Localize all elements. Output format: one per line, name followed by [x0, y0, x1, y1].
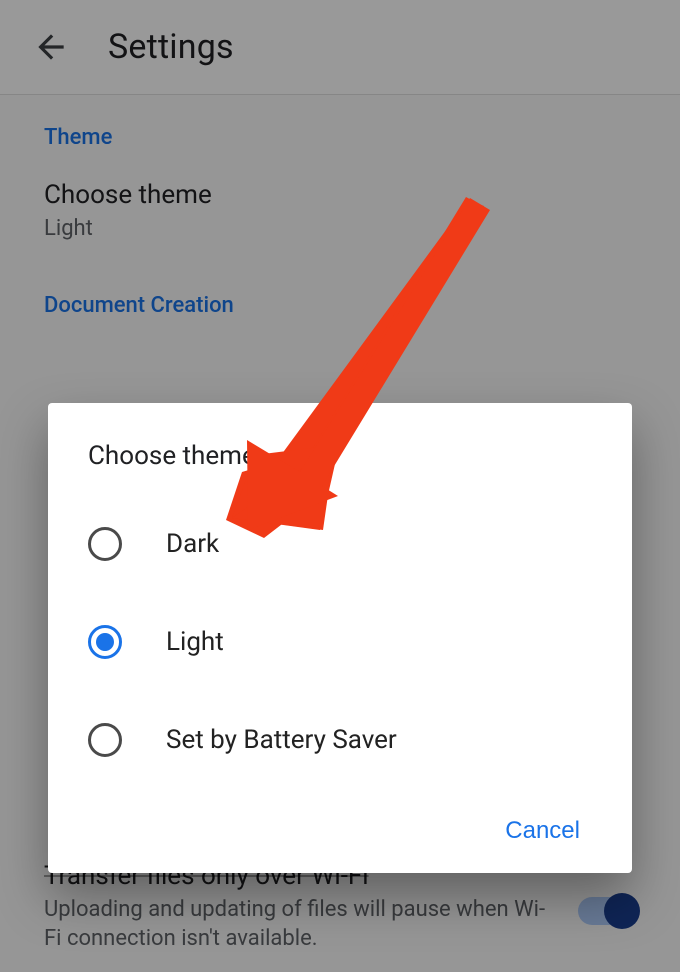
radio-label: Light — [166, 627, 224, 657]
settings-header: Settings — [0, 0, 680, 95]
theme-option-light[interactable]: Light — [80, 611, 600, 673]
toggle-knob-icon — [604, 893, 640, 929]
setting-value: Light — [44, 216, 636, 241]
back-button[interactable] — [28, 24, 74, 70]
dialog-title: Choose theme — [88, 441, 600, 471]
section-title-theme: Theme — [44, 125, 636, 150]
radio-selected-icon — [96, 633, 114, 651]
setting-wifi-transfer[interactable]: Transfer files only over Wi-Fi Uploading… — [44, 861, 636, 954]
page-title: Settings — [108, 27, 234, 67]
cancel-button[interactable]: Cancel — [485, 807, 600, 855]
radio-label: Set by Battery Saver — [166, 725, 397, 755]
radio-label: Dark — [166, 529, 219, 559]
radio-icon — [88, 625, 122, 659]
setting-choose-theme[interactable]: Choose theme Light — [44, 180, 636, 241]
choose-theme-dialog: Choose theme Dark Light Set by Battery S… — [48, 403, 632, 873]
dialog-actions: Cancel — [80, 807, 600, 855]
wifi-toggle[interactable] — [578, 897, 636, 925]
section-title-document-creation: Document Creation — [44, 293, 636, 318]
back-arrow-icon — [32, 28, 70, 66]
theme-option-battery-saver[interactable]: Set by Battery Saver — [80, 709, 600, 771]
radio-icon — [88, 527, 122, 561]
theme-option-dark[interactable]: Dark — [80, 513, 600, 575]
setting-label: Choose theme — [44, 180, 636, 210]
settings-content: Theme Choose theme Light Document Creati… — [0, 95, 680, 378]
radio-icon — [88, 723, 122, 757]
wifi-setting-description: Uploading and updating of files will pau… — [44, 895, 560, 954]
